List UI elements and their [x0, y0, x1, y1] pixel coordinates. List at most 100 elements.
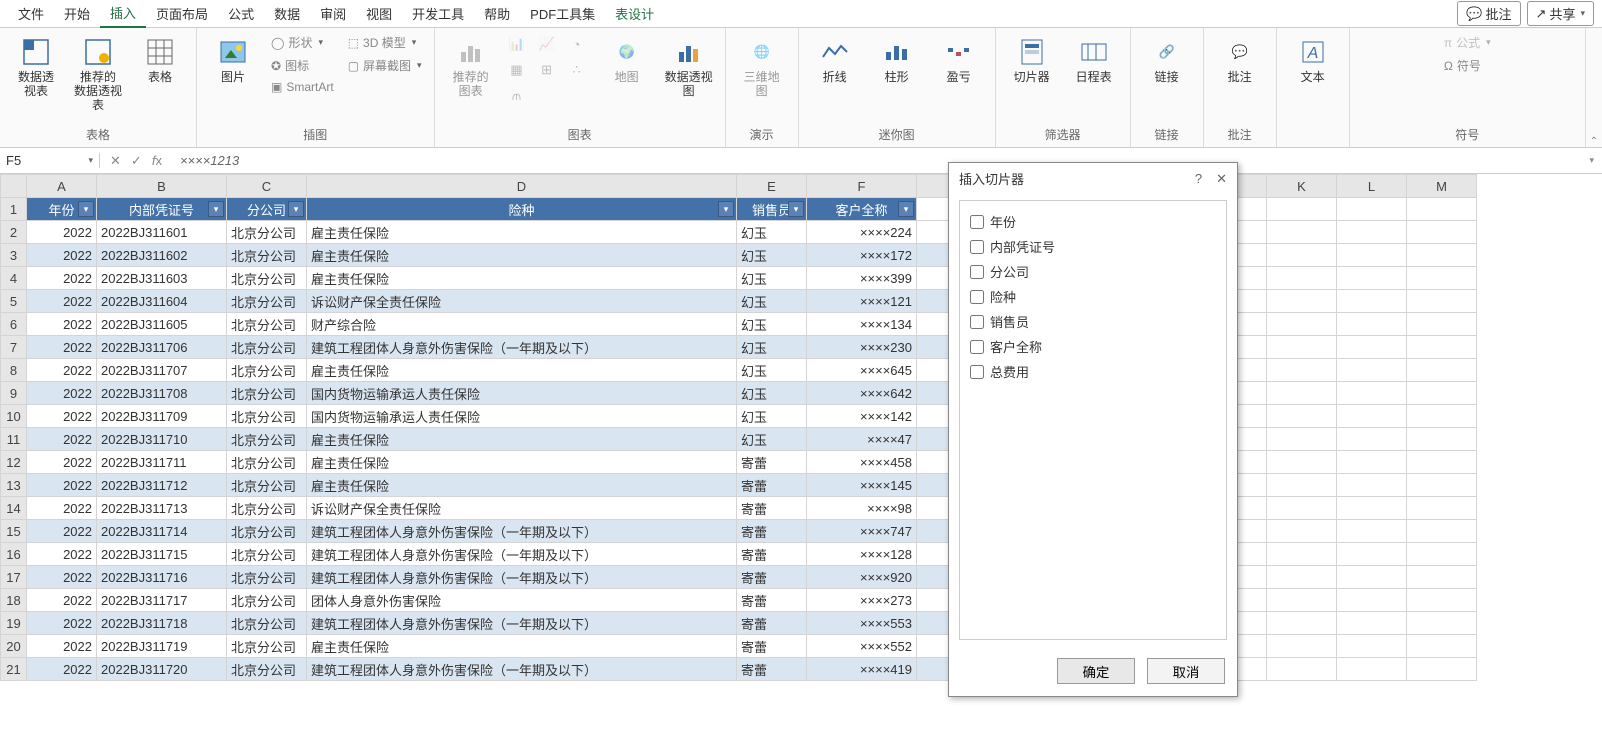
cell[interactable]: 北京分公司: [227, 428, 307, 451]
cell[interactable]: [1407, 290, 1477, 313]
cell[interactable]: [1337, 244, 1407, 267]
cell[interactable]: 2022: [27, 451, 97, 474]
cell[interactable]: 2022: [27, 221, 97, 244]
cell[interactable]: [1337, 290, 1407, 313]
slicer-field-checkbox[interactable]: 年份: [968, 209, 1218, 234]
cell[interactable]: 2022BJ311714: [97, 520, 227, 543]
cell[interactable]: 雇主责任保险: [307, 635, 737, 658]
cell[interactable]: [1337, 336, 1407, 359]
cell[interactable]: 2022BJ311706: [97, 336, 227, 359]
cell[interactable]: 2022: [27, 589, 97, 612]
cell[interactable]: [1337, 267, 1407, 290]
cell[interactable]: [1267, 451, 1337, 474]
cell[interactable]: 建筑工程团体人身意外伤害保险（一年期及以下）: [307, 612, 737, 635]
cell[interactable]: [1407, 635, 1477, 658]
cell[interactable]: [1337, 520, 1407, 543]
row-header[interactable]: 12: [1, 451, 27, 474]
cell[interactable]: [1407, 428, 1477, 451]
cell[interactable]: [1337, 566, 1407, 589]
cell[interactable]: 2022BJ311712: [97, 474, 227, 497]
cell[interactable]: [1337, 428, 1407, 451]
cell[interactable]: 2022: [27, 267, 97, 290]
cell[interactable]: 北京分公司: [227, 635, 307, 658]
tab-layout[interactable]: 页面布局: [146, 0, 218, 27]
cell[interactable]: 雇主责任保险: [307, 221, 737, 244]
cell[interactable]: 雇主责任保险: [307, 267, 737, 290]
cell[interactable]: ××××145: [807, 474, 917, 497]
cell[interactable]: 北京分公司: [227, 658, 307, 681]
cell[interactable]: ××××142: [807, 405, 917, 428]
cell[interactable]: 寄蕾: [737, 658, 807, 681]
tab-formula[interactable]: 公式: [218, 0, 264, 27]
col-header[interactable]: L: [1337, 175, 1407, 198]
text-button[interactable]: A文本: [1285, 32, 1341, 88]
cell[interactable]: [1407, 244, 1477, 267]
cell[interactable]: 北京分公司: [227, 359, 307, 382]
cell[interactable]: [1267, 244, 1337, 267]
row-header[interactable]: 14: [1, 497, 27, 520]
cell[interactable]: 北京分公司: [227, 244, 307, 267]
cell[interactable]: 雇主责任保险: [307, 244, 737, 267]
cell[interactable]: 寄蕾: [737, 497, 807, 520]
cell[interactable]: 建筑工程团体人身意外伤害保险（一年期及以下）: [307, 336, 737, 359]
cell[interactable]: 2022BJ311710: [97, 428, 227, 451]
cell[interactable]: [1407, 451, 1477, 474]
close-icon[interactable]: ✕: [1216, 171, 1227, 187]
cell[interactable]: [1267, 382, 1337, 405]
table-header[interactable]: 销售员▾: [737, 198, 807, 221]
cell[interactable]: 北京分公司: [227, 336, 307, 359]
cell[interactable]: [1337, 451, 1407, 474]
filter-icon[interactable]: ▾: [78, 201, 94, 217]
ok-button[interactable]: 确定: [1057, 658, 1135, 684]
slicer-field-checkbox[interactable]: 险种: [968, 284, 1218, 309]
3dmodel-button[interactable]: ⬚3D 模型▾: [344, 32, 426, 53]
col-header[interactable]: F: [807, 175, 917, 198]
pivot-table-button[interactable]: 数据透 视表: [8, 32, 64, 102]
slicer-field-checkbox[interactable]: 销售员: [968, 309, 1218, 334]
cell[interactable]: 北京分公司: [227, 221, 307, 244]
cell[interactable]: ××××645: [807, 359, 917, 382]
cancel-icon[interactable]: ✕: [110, 153, 121, 169]
equation-button[interactable]: π公式▾: [1440, 32, 1495, 53]
col-header[interactable]: M: [1407, 175, 1477, 198]
cell[interactable]: 诉讼财产保全责任保险: [307, 290, 737, 313]
col-header[interactable]: D: [307, 175, 737, 198]
cell[interactable]: 北京分公司: [227, 290, 307, 313]
cell[interactable]: [1267, 313, 1337, 336]
enter-icon[interactable]: ✓: [131, 153, 142, 169]
row-header[interactable]: 15: [1, 520, 27, 543]
cell[interactable]: [1337, 313, 1407, 336]
tab-home[interactable]: 开始: [54, 0, 100, 27]
table-header[interactable]: 客户全称▾: [807, 198, 917, 221]
cell[interactable]: 财产综合险: [307, 313, 737, 336]
col-header[interactable]: K: [1267, 175, 1337, 198]
cell[interactable]: 2022BJ311711: [97, 451, 227, 474]
cell[interactable]: 幻玉: [737, 382, 807, 405]
cell[interactable]: [1337, 405, 1407, 428]
cell[interactable]: ××××121: [807, 290, 917, 313]
cell[interactable]: 国内货物运输承运人责任保险: [307, 382, 737, 405]
pivotchart-button[interactable]: 数据透视图: [661, 32, 717, 102]
slicer-button[interactable]: 切片器: [1004, 32, 1060, 88]
cell[interactable]: ××××553: [807, 612, 917, 635]
tab-insert[interactable]: 插入: [100, 0, 146, 28]
cell[interactable]: ××××552: [807, 635, 917, 658]
slicer-field-checkbox[interactable]: 内部凭证号: [968, 234, 1218, 259]
cell[interactable]: ××××224: [807, 221, 917, 244]
cell[interactable]: [1407, 658, 1477, 681]
row-header[interactable]: 21: [1, 658, 27, 681]
cell[interactable]: 北京分公司: [227, 451, 307, 474]
cell[interactable]: [1337, 589, 1407, 612]
cell[interactable]: 2022: [27, 612, 97, 635]
cell[interactable]: [1407, 589, 1477, 612]
cell[interactable]: 寄蕾: [737, 451, 807, 474]
cell[interactable]: 寄蕾: [737, 520, 807, 543]
comments-button[interactable]: 💬批注: [1457, 1, 1520, 26]
cell[interactable]: [1407, 405, 1477, 428]
help-icon[interactable]: ?: [1195, 171, 1202, 187]
cell[interactable]: 寄蕾: [737, 612, 807, 635]
cell[interactable]: [1267, 290, 1337, 313]
cell[interactable]: ××××230: [807, 336, 917, 359]
table-button[interactable]: 表格: [132, 32, 188, 88]
cell[interactable]: [1407, 566, 1477, 589]
